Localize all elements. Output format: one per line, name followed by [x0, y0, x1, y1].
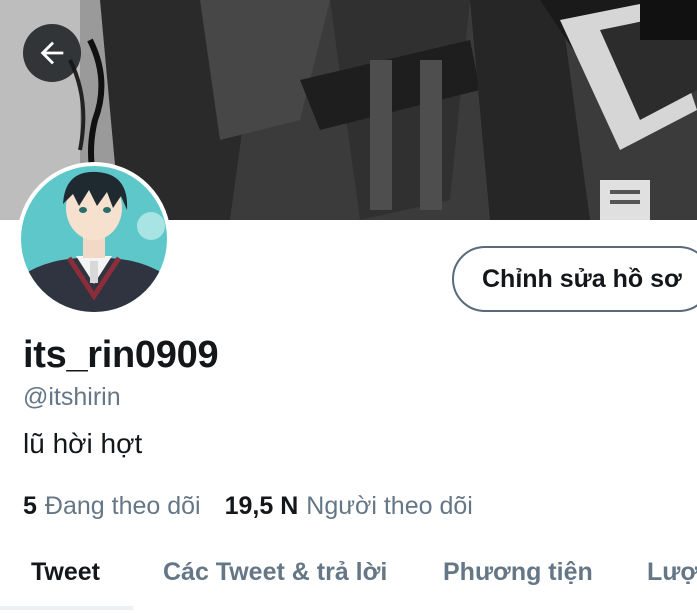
- tab-tweets[interactable]: Tweet: [31, 552, 100, 613]
- user-bio: lũ hời hợt: [23, 428, 143, 459]
- followers-count: 19,5 N: [224, 492, 299, 520]
- arrow-left-icon: [40, 41, 64, 65]
- followers-link[interactable]: 19,5 N Người theo dõi: [225, 492, 473, 521]
- edit-profile-button[interactable]: Chỉnh sửa hồ sơ: [452, 246, 697, 312]
- following-label: Đang theo dõi: [44, 492, 201, 520]
- following-count: 5: [23, 492, 37, 520]
- active-tab-indicator: [0, 606, 133, 610]
- avatar-image: [21, 166, 167, 312]
- tab-tweets-and-replies[interactable]: Các Tweet & trả lời: [163, 552, 387, 613]
- tab-likes[interactable]: Lượt thích: [647, 552, 697, 613]
- profile-avatar[interactable]: [17, 162, 171, 316]
- following-link[interactable]: 5 Đang theo dõi: [23, 492, 201, 521]
- user-handle: @itshirin: [23, 383, 121, 411]
- tab-media[interactable]: Phương tiện: [443, 552, 593, 613]
- display-name: its_rin0909: [23, 334, 219, 376]
- profile-tabs: Tweet Các Tweet & trả lời Phương tiện Lư…: [0, 552, 697, 613]
- back-button[interactable]: [23, 24, 81, 82]
- follow-stats: 5 Đang theo dõi 19,5 N Người theo dõi: [23, 492, 473, 521]
- followers-label: Người theo dõi: [306, 492, 473, 520]
